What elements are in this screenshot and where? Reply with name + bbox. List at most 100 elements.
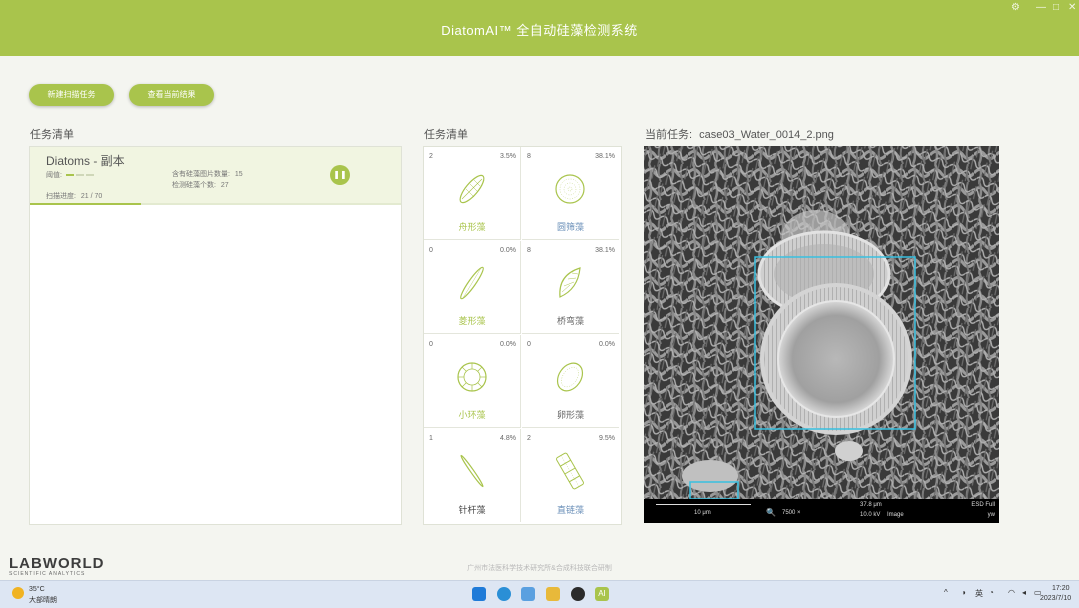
view-results-button[interactable]: 查看当前结果 — [129, 84, 214, 106]
zoom-icon: 🔍 — [766, 508, 776, 517]
nitzschia-icon — [460, 266, 484, 300]
cyclotella-icon — [457, 362, 487, 392]
current-task-heading: 当前任务: case03_Water_0014_2.png — [645, 126, 834, 142]
category-count: 1 — [429, 435, 433, 442]
category-cell-melosira[interactable]: 2 9.5% 直链藻 — [522, 429, 619, 522]
scale-label: 10 μm — [694, 510, 711, 516]
title-bar: DiatomAI™ 全自动硅藻检测系统 ⚙ — □ ✕ — [0, 0, 1079, 56]
melosira-icon — [556, 452, 584, 490]
pause-button[interactable]: ❚❚ — [330, 165, 350, 185]
weather-temp: 35°C — [29, 586, 45, 593]
category-count: 8 — [527, 153, 531, 160]
category-cell-navicula[interactable]: 2 3.5% 舟形藻 — [424, 147, 521, 240]
current-task-filename: case03_Water_0014_2.png — [699, 129, 834, 141]
category-cell-nitzschia[interactable]: 0 0.0% 菱形藻 — [424, 241, 521, 334]
settings-icon[interactable]: ⚙ — [1011, 2, 1020, 13]
diatom-count-label: 检测硅藻个数: — [172, 182, 216, 189]
category-count: 0 — [527, 341, 531, 348]
pause-icon: ❚❚ — [333, 170, 347, 179]
detector: ESD Full — [971, 502, 995, 508]
task-card[interactable]: Diatoms - 副本 阈值: 含有硅藻图片数量: 15 检测硅藻个数: 27… — [30, 147, 401, 205]
minimize-button[interactable]: — — [1036, 2, 1046, 13]
category-cell-cyclotella[interactable]: 0 0.0% 小环藻 — [424, 335, 521, 428]
clock-date: 2023/7/10 — [1040, 595, 1072, 602]
new-scan-task-button[interactable]: 新建扫描任务 — [29, 84, 114, 106]
app-icon[interactable] — [571, 587, 585, 601]
edge-icon[interactable] — [497, 587, 511, 601]
category-cell-synedra[interactable]: 1 4.8% 针杆藻 — [424, 429, 521, 522]
category-count: 2 — [429, 153, 433, 160]
category-label: 舟形藻 — [458, 222, 486, 232]
close-button[interactable]: ✕ — [1068, 2, 1076, 13]
cocconeis-icon — [556, 362, 584, 392]
image-count-value: 15 — [234, 171, 243, 178]
tray-app-icon[interactable]: ◑ — [961, 588, 966, 597]
category-cell-cocconeis[interactable]: 0 0.0% 卵形藻 — [522, 335, 619, 428]
category-grid: 2 3.5% 舟形藻 8 38.1% 圆筛藻 0 0.0% 菱形藻 8 38.1… — [423, 146, 622, 525]
task-list-heading: 任务清单 — [30, 129, 74, 141]
scan-progress-bar — [30, 203, 142, 205]
voltage: 10.0 kV — [860, 512, 881, 518]
tray-chevron-icon[interactable]: ^ — [944, 588, 948, 597]
category-percent: 38.1% — [595, 153, 615, 160]
category-label: 小环藻 — [458, 410, 486, 420]
category-cell-coscinodiscus[interactable]: 8 38.1% 圆筛藻 — [522, 147, 619, 240]
task-name: Diatoms - 副本 — [46, 154, 125, 168]
coscinodiscus-icon — [555, 174, 585, 204]
os-taskbar: 35°C 大部晴朗 AI ^ ◑ 英 ◔ ◠ ◂ ▭ 17:20 2023/7/… — [0, 580, 1079, 608]
image-count-row: 含有硅藻图片数量: 15 — [172, 169, 243, 179]
threshold-dash — [65, 174, 74, 177]
category-percent: 38.1% — [595, 247, 615, 254]
image-count-label: 含有硅藻图片数量: — [172, 171, 230, 178]
sem-image-viewer[interactable]: 10 μm 🔍 7500 × 37.8 μm 10.0 kV Image ESD… — [644, 146, 999, 523]
category-percent: 0.0% — [500, 341, 516, 348]
volume-icon[interactable]: ◂ — [1022, 588, 1026, 597]
category-count: 0 — [429, 341, 433, 348]
task-list-panel: Diatoms - 副本 阈值: 含有硅藻图片数量: 15 检测硅藻个数: 27… — [29, 146, 402, 525]
wifi-icon[interactable]: ◠ — [1008, 588, 1015, 597]
category-percent: 3.5% — [500, 153, 516, 160]
category-list-heading: 任务清单 — [424, 129, 468, 141]
diatom-count-row: 检测硅藻个数: 27 — [172, 180, 229, 190]
category-cell-cymbella[interactable]: 8 38.1% 桥弯藻 — [522, 241, 619, 334]
app-title: DiatomAI™ 全自动硅藻检测系统 — [441, 23, 638, 38]
category-count: 8 — [527, 247, 531, 254]
weather-desc: 大部晴朗 — [29, 597, 57, 604]
spot-size: 37.8 μm — [860, 502, 882, 508]
file-explorer-icon[interactable] — [546, 587, 560, 601]
weather-icon[interactable] — [12, 587, 24, 599]
cymbella-icon — [559, 267, 581, 298]
category-count: 0 — [429, 247, 433, 254]
synedra-icon — [460, 454, 484, 488]
tray-app-icon[interactable]: ◔ — [989, 588, 994, 597]
input-method[interactable]: 英 — [975, 588, 983, 599]
magnification: 7500 × — [782, 510, 801, 516]
category-label: 卵形藻 — [556, 410, 584, 420]
category-percent: 0.0% — [500, 247, 516, 254]
diatom-count-value: 27 — [220, 182, 229, 189]
threshold-indicator: 阈值: — [46, 170, 94, 180]
mode: Image — [887, 512, 904, 518]
category-label: 圆筛藻 — [556, 222, 584, 232]
maximize-button[interactable]: □ — [1053, 2, 1059, 13]
category-label: 桥弯藻 — [556, 316, 584, 326]
category-label: 直链藻 — [556, 505, 584, 515]
sem-info-bar: 10 μm 🔍 7500 × 37.8 μm 10.0 kV Image ESD… — [644, 499, 999, 523]
threshold-dash — [85, 174, 94, 177]
clock-time: 17:20 — [1052, 585, 1070, 592]
scan-progress-row: 扫描进度: 21 / 70 — [46, 191, 102, 201]
scan-progress-label: 扫描进度: — [46, 193, 76, 200]
scale-bar — [656, 504, 751, 505]
navicula-icon — [459, 174, 485, 204]
category-percent: 9.5% — [599, 435, 615, 442]
scan-progress-value: 21 / 70 — [80, 193, 103, 200]
browser-icon[interactable] — [521, 587, 535, 601]
category-label: 菱形藻 — [458, 316, 486, 326]
sem-image — [644, 146, 999, 500]
threshold-dash — [75, 174, 84, 177]
current-task-label: 当前任务: — [645, 129, 693, 141]
category-percent: 0.0% — [599, 341, 615, 348]
diatomai-taskbar-icon[interactable]: AI — [595, 587, 609, 601]
start-icon[interactable] — [472, 587, 486, 601]
category-percent: 4.8% — [500, 435, 516, 442]
